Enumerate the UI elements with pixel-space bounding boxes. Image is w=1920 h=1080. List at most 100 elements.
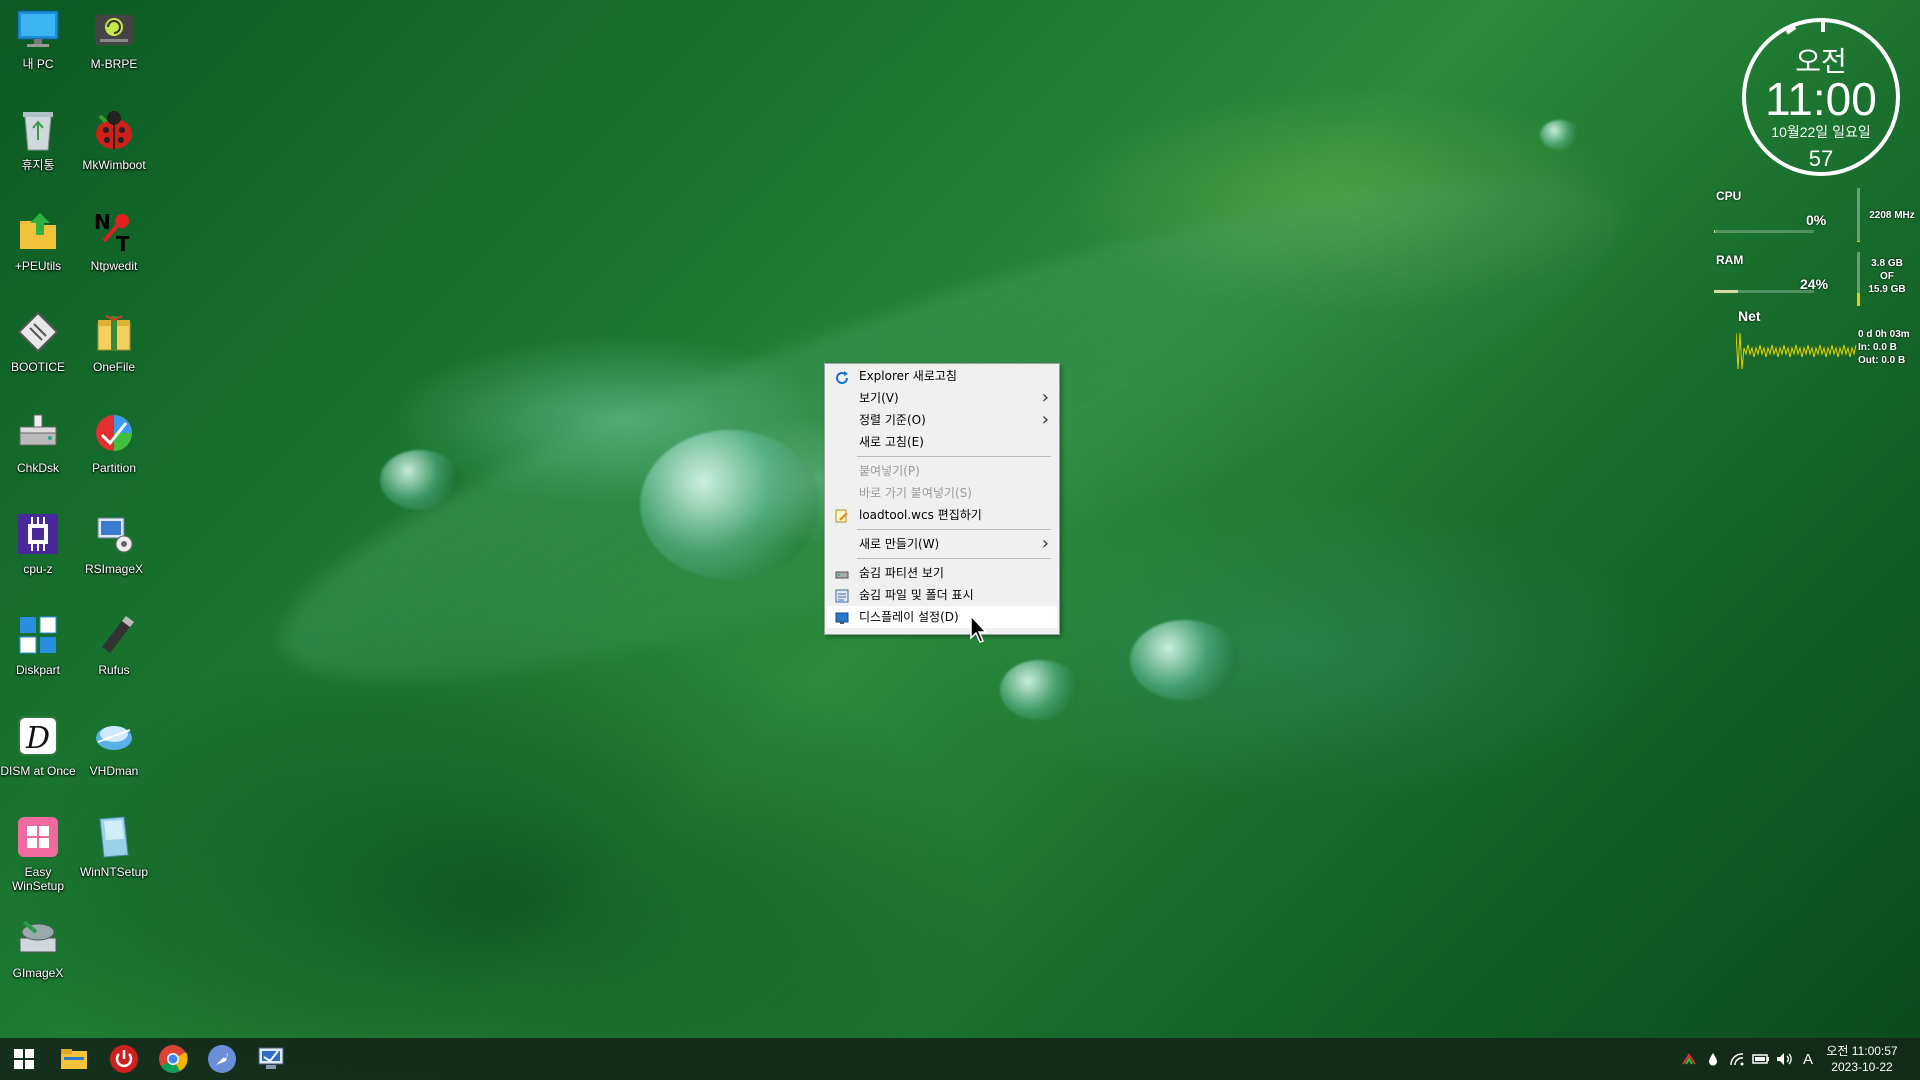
ram-bar	[1714, 290, 1814, 293]
network-icon[interactable]	[1726, 1038, 1748, 1080]
context-menu-item-label: 새로 만들기(W)	[859, 537, 940, 551]
cpu-frequency: 2208 MHz	[1869, 210, 1915, 221]
ram-total: 15.9 GB	[1868, 284, 1906, 295]
context-menu-item[interactable]: 정렬 기준(O) ›	[827, 409, 1057, 431]
remote-desktop-icon[interactable]	[247, 1038, 295, 1080]
partition-view-icon	[835, 566, 849, 580]
context-menu-item[interactable]: 디스플레이 설정(D)	[827, 606, 1057, 628]
tray-drop-icon[interactable]	[1702, 1038, 1724, 1080]
ram-used: 3.8 GB	[1871, 258, 1903, 269]
net-in: In: 0.0 B	[1858, 342, 1897, 353]
desktop-shortcut-label: Diskpart	[15, 663, 60, 677]
desktop-shortcut[interactable]: OneFile	[76, 308, 152, 374]
desktop-shortcut[interactable]: D DISM at Once	[0, 712, 76, 778]
gimagex-icon	[14, 914, 62, 962]
desktop-shortcut[interactable]: BOOTICE	[0, 308, 76, 374]
folder-up-icon	[14, 207, 62, 255]
desktop-shortcut[interactable]: GImageX	[0, 914, 76, 980]
ram-usage: 3.8 GB OF 15.9 GB	[1862, 257, 1912, 296]
tray-arrow-icon[interactable]	[1678, 1038, 1700, 1080]
ladybug-icon	[90, 106, 138, 154]
chip-icon	[14, 308, 62, 356]
net-stats: 0 d 0h 03m In: 0.0 B Out: 0.0 B	[1858, 328, 1920, 367]
desktop-shortcut[interactable]: Rufus	[76, 611, 152, 677]
clock-gadget: 오전 11:00 10월22일 일요일 57	[1742, 18, 1900, 176]
desktop-shortcut-label: ChkDsk	[16, 461, 59, 475]
battery-icon[interactable]	[1750, 1038, 1772, 1080]
chevron-right-icon: ›	[1041, 533, 1049, 554]
folder-options-icon	[835, 588, 849, 603]
desktop-shortcut[interactable]: VHDman	[76, 712, 152, 778]
power-icon[interactable]	[100, 1038, 148, 1080]
cpu-icon	[14, 510, 62, 558]
context-menu-item-label: Explorer 새로고침	[859, 369, 957, 383]
net-graph	[1736, 332, 1857, 370]
desktop-shortcut-label: 내 PC	[22, 57, 54, 71]
desktop-shortcut-label: WinNTSetup	[79, 865, 149, 879]
desktop-shortcut-label: M-BRPE	[90, 57, 138, 71]
desktop-shortcut[interactable]: RSImageX	[76, 510, 152, 576]
desktop-shortcut[interactable]: +PEUtils	[0, 207, 76, 273]
context-menu-item[interactable]: 새로 만들기(W) ›	[827, 533, 1057, 555]
ram-vertical-bar	[1857, 252, 1860, 306]
desktop-shortcut-label: VHDman	[89, 764, 139, 778]
edit-icon	[835, 508, 849, 523]
desktop-shortcut[interactable]: WinNTSetup	[76, 813, 152, 879]
desktop-shortcut[interactable]: Easy WinSetup	[0, 813, 76, 893]
desktop-shortcut[interactable]: MkWimboot	[76, 106, 152, 172]
chevron-right-icon: ›	[1041, 409, 1049, 430]
desktop-shortcut-label: GImageX	[12, 966, 64, 980]
context-menu-item[interactable]: Explorer 새로고침	[827, 365, 1057, 387]
desktop-shortcut-label: Rufus	[98, 663, 130, 677]
context-menu-item[interactable]: 숨김 파일 및 폴더 표시	[827, 584, 1057, 606]
menu-separator	[857, 529, 1051, 530]
desktop-shortcut[interactable]: ChkDsk	[0, 409, 76, 475]
cpu-bar	[1714, 230, 1814, 233]
svg-text:D: D	[25, 721, 50, 756]
context-menu-item[interactable]: loadtool.wcs 편집하기	[827, 504, 1057, 526]
setup-icon	[90, 813, 138, 861]
windows-start-icon[interactable]	[0, 1038, 48, 1080]
tiles-icon	[14, 611, 62, 659]
imaging-icon	[90, 510, 138, 558]
desktop-shortcut[interactable]: 내 PC	[0, 5, 76, 71]
desktop-shortcut[interactable]: cpu-z	[0, 510, 76, 576]
context-menu-item[interactable]: 새로 고침(E)	[827, 431, 1057, 453]
svg-text:N: N	[94, 210, 111, 234]
taskbar-clock-time: 오전 11:00:57	[1826, 1044, 1898, 1058]
desktop-shortcut[interactable]: N T Ntpwedit	[76, 207, 152, 273]
chevron-right-icon: ›	[1041, 387, 1049, 408]
taskbar-clock-date: 2023-10-22	[1831, 1060, 1893, 1074]
windows-icon	[14, 813, 62, 861]
desktop-shortcut-label: Easy WinSetup	[11, 865, 65, 893]
context-menu-item-label: 새로 고침(E)	[859, 435, 924, 449]
file-explorer-icon[interactable]	[50, 1038, 98, 1080]
desktop-shortcut-label: DISM at Once	[0, 764, 76, 778]
ram-bar-fill	[1714, 290, 1738, 293]
context-menu-item[interactable]: 숨김 파티션 보기	[827, 562, 1057, 584]
rocket-icon[interactable]	[198, 1038, 246, 1080]
desktop-shortcut[interactable]: 휴지통	[0, 106, 76, 172]
desktop-shortcut[interactable]: Diskpart	[0, 611, 76, 677]
desktop-shortcut-label: cpu-z	[23, 562, 53, 576]
desktop-shortcut-label: Partition	[91, 461, 137, 475]
cpu-vertical-bar	[1857, 188, 1860, 242]
desktop-shortcut-label: RSImageX	[84, 562, 144, 576]
ram-label: RAM	[1716, 253, 1744, 267]
wallpaper-droplet	[640, 430, 820, 580]
context-menu-item[interactable]: 보기(V) ›	[827, 387, 1057, 409]
partition-icon	[90, 409, 138, 457]
volume-icon[interactable]	[1774, 1038, 1796, 1080]
package-icon	[90, 308, 138, 356]
clock-second-hand	[1785, 25, 1797, 35]
context-menu-item-label: 보기(V)	[859, 391, 899, 405]
desktop-shortcut-label: +PEUtils	[14, 259, 62, 273]
clock-seconds: 57	[1808, 146, 1834, 171]
taskbar-clock[interactable]: 오전 11:00:57 2023-10-22	[1812, 1043, 1912, 1075]
desktop-shortcut[interactable]: M-BRPE	[76, 5, 152, 71]
wallpaper-droplet	[1540, 120, 1580, 150]
desktop-shortcut-label: 휴지통	[21, 158, 55, 172]
context-menu-item: 바로 가기 붙여넣기(S)	[827, 482, 1057, 504]
chrome-icon[interactable]	[149, 1038, 197, 1080]
desktop-shortcut[interactable]: Partition	[76, 409, 152, 475]
